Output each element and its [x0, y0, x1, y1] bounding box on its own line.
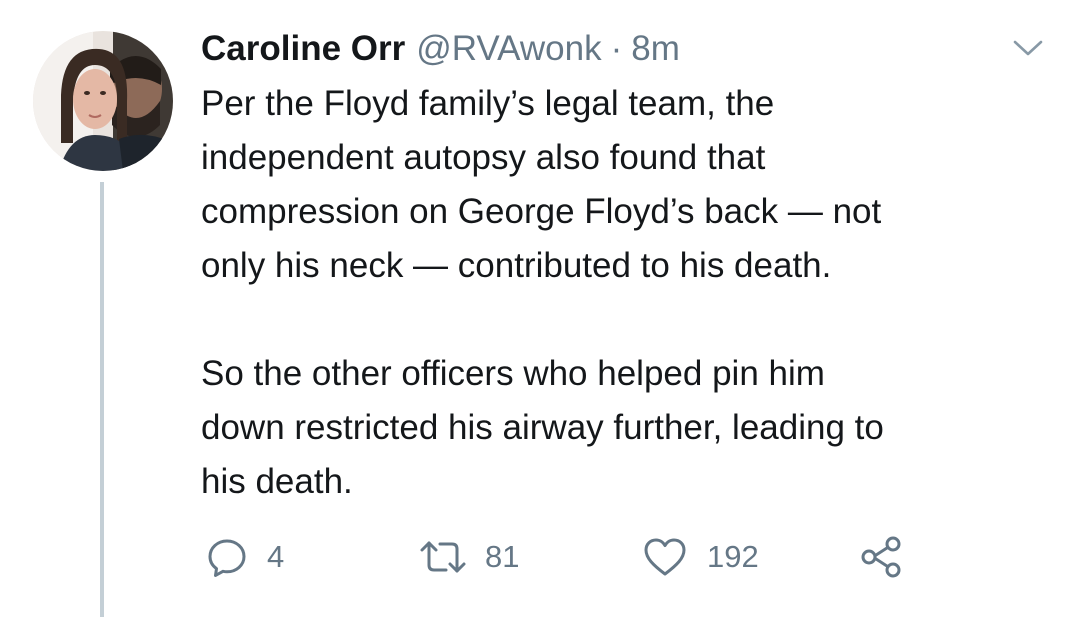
reply-count: 4: [267, 539, 285, 574]
heart-icon: [641, 535, 689, 579]
author-name[interactable]: Caroline Orr: [201, 29, 405, 69]
chevron-down-icon[interactable]: [1008, 32, 1048, 62]
tweet-text: Per the Floyd family’s legal team, the i…: [201, 77, 1041, 509]
like-button[interactable]: 192: [641, 533, 759, 581]
avatar[interactable]: [33, 31, 173, 171]
share-button[interactable]: [859, 533, 903, 581]
share-icon: [859, 535, 903, 579]
like-count: 192: [707, 539, 759, 574]
retweet-button[interactable]: 81: [419, 533, 519, 581]
tweet-paragraph: Per the Floyd family’s legal team, the i…: [201, 84, 882, 285]
tweet-timestamp[interactable]: 8m: [631, 29, 680, 69]
retweet-icon: [419, 535, 467, 579]
author-handle[interactable]: @RVAwonk: [416, 29, 601, 69]
header-separator: ·: [610, 29, 623, 68]
thread-line: [100, 182, 104, 617]
reply-icon: [205, 535, 249, 579]
tweet-actions: 4 81 192: [205, 533, 925, 581]
reply-button[interactable]: 4: [205, 533, 284, 581]
tweet-paragraph: So the other officers who helped pin him…: [201, 354, 884, 501]
retweet-count: 81: [485, 539, 520, 574]
tweet-header: Caroline Orr @RVAwonk · 8m: [201, 25, 680, 73]
